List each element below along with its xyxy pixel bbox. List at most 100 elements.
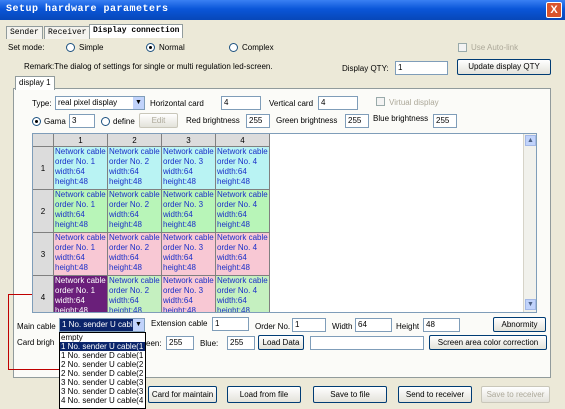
height-input[interactable]: 48 (423, 318, 460, 332)
save-to-file-button[interactable]: Save to file (313, 386, 387, 403)
grid-cell[interactable]: Network cable order No. 3 width:64 height:4… (162, 276, 216, 312)
chevron-down-icon[interactable]: ▼ (133, 97, 144, 109)
order-no-label: Order No. (255, 322, 291, 331)
grid-cell-line: height:48 (217, 306, 250, 313)
load-from-file-button[interactable]: Load from file (227, 386, 301, 403)
update-display-qty-button[interactable]: Update display QTY (457, 59, 551, 75)
dropdown-item[interactable]: 1 No. sender D cable(1 (60, 351, 145, 360)
grid-cell[interactable]: Network cable order No. 4 width:64 height:4… (216, 190, 270, 233)
grid-cell-line: height:48 (217, 220, 250, 229)
grid-cell-line: order No. 2 (109, 243, 150, 252)
save-to-receiver-button[interactable]: Save to receiver (481, 386, 550, 403)
dropdown-item[interactable]: empty (60, 333, 145, 342)
width-input[interactable]: 64 (355, 318, 392, 332)
type-select[interactable]: real pixel display ▼ (55, 96, 145, 110)
chevron-down-icon[interactable]: ▼ (133, 319, 144, 331)
tab-sender[interactable]: Sender (6, 26, 43, 39)
extension-cable-input[interactable]: 1 (212, 317, 249, 331)
grid-cell-line: order No. 1 (55, 243, 96, 252)
load-data-path[interactable] (310, 336, 424, 350)
dropdown-item[interactable]: 3 No. sender D cable(3 (60, 387, 145, 396)
grid-cell[interactable]: Network cable order No. 1 width:64 height:4… (54, 147, 108, 190)
dropdown-item[interactable]: 2 No. sender D cable(2 (60, 369, 145, 378)
grid-cell-line: order No. 4 (217, 157, 258, 166)
extension-cable-label: Extension cable (151, 319, 208, 328)
vertical-card-input[interactable]: 4 (318, 96, 358, 110)
auto-link-checkbox[interactable] (458, 43, 467, 52)
blue-brightness-input[interactable]: 255 (433, 114, 457, 128)
grid-cell[interactable]: Network cable order No. 4 width:64 height:4… (216, 276, 270, 313)
send-to-receiver-button[interactable]: Send to receiver (398, 386, 472, 403)
main-cable-dropdown[interactable]: empty 1 No. sender U cable(1 1 No. sende… (59, 332, 146, 409)
load-data-button[interactable]: Load Data (258, 335, 304, 350)
grid-cell[interactable]: Network cable order No. 4 width:64 height:4… (216, 233, 270, 276)
radio-normal[interactable] (146, 43, 155, 52)
red-brightness-input[interactable]: 255 (246, 114, 270, 128)
grid-cell-line: Network cable (217, 190, 268, 199)
grid-cell-line: order No. 1 (55, 157, 96, 166)
order-no-input[interactable]: 1 (292, 318, 326, 332)
virtual-display-checkbox[interactable] (376, 97, 385, 106)
tab-display-1[interactable]: display 1 (15, 76, 55, 90)
radio-define[interactable] (101, 117, 110, 126)
horizontal-card-label: Horizontal card (150, 99, 204, 108)
dropdown-item-selected[interactable]: 1 No. sender U cable(1 (60, 342, 145, 351)
grid-cell-line: width:64 (217, 253, 247, 262)
card-blue-input[interactable]: 255 (227, 336, 255, 350)
card-for-maintain-button[interactable]: Card for maintain (148, 386, 217, 403)
radio-simple[interactable] (66, 43, 75, 52)
grid-cell-line: height:48 (109, 220, 142, 229)
grid-cell-line: Network cable (163, 147, 214, 156)
grid-cell-line: width:64 (55, 253, 85, 262)
main-cable-select[interactable]: 1 No. sender U cabl ▼ (59, 318, 145, 332)
grid-cell-line: width:64 (163, 210, 193, 219)
grid-cell[interactable]: Network cable order No. 3 width:64 height:4… (162, 190, 216, 233)
radio-complex[interactable] (229, 43, 238, 52)
dropdown-item[interactable]: 4 No. sender U cable(4 (60, 396, 145, 405)
col-header-2: 2 (108, 134, 162, 147)
grid-cell-line: height:48 (163, 177, 196, 186)
grid-cell[interactable]: Network cable order No. 4 width:64 height:4… (216, 147, 270, 190)
type-select-value: real pixel display (58, 98, 118, 107)
edit-button[interactable]: Edit (139, 113, 178, 128)
connection-grid[interactable]: 1 2 3 4 1 2 3 4 Network cable order No. 1… (32, 133, 537, 313)
grid-cell-line: height:48 (109, 306, 142, 313)
grid-cell-line: width:64 (217, 167, 247, 176)
green-brightness-input[interactable]: 255 (345, 114, 369, 128)
card-green-input[interactable]: 255 (166, 336, 194, 350)
grid-cell-line: order No. 3 (163, 243, 204, 252)
horizontal-card-input[interactable]: 4 (221, 96, 261, 110)
grid-cell[interactable]: Network cable order No. 2 width:64 height:4… (108, 233, 162, 276)
dropdown-item[interactable]: 2 No. sender U cable(2 (60, 360, 145, 369)
green-brightness-label: Green brightness (276, 116, 338, 125)
scroll-up-icon[interactable]: ▲ (525, 135, 536, 146)
display-qty-input[interactable]: 1 (395, 61, 448, 75)
grid-cell[interactable]: Network cable order No. 2 width:64 height:4… (108, 190, 162, 233)
tab-receiver[interactable]: Receiver (44, 26, 91, 39)
grid-cell[interactable]: Network cable order No. 2 width:64 height:4… (108, 276, 162, 313)
width-label: Width (332, 322, 353, 331)
grid-cell[interactable]: Network cable order No. 3 width:64 height:4… (162, 233, 216, 276)
grid-cell[interactable]: Network cable order No. 2 width:64 height:4… (108, 147, 162, 190)
scroll-down-icon[interactable]: ▼ (525, 299, 536, 310)
close-button[interactable]: X (546, 2, 562, 18)
dropdown-item[interactable]: 3 No. sender U cable(3 (60, 378, 145, 387)
grid-cell[interactable]: Network cable order No. 1 width:64 height:4… (54, 190, 108, 233)
display-qty-label: Display QTY: (342, 64, 389, 73)
abnormity-button[interactable]: Abnormity (493, 317, 546, 332)
screen-area-correction-button[interactable]: Screen area color correction (429, 335, 547, 350)
grid-cell-line: width:64 (109, 296, 139, 305)
gama-input[interactable]: 3 (69, 114, 95, 128)
connector-line-vertical (8, 294, 9, 370)
red-brightness-label: Red brightness (186, 116, 240, 125)
grid-cell[interactable]: Network cable order No. 3 width:64 height:4… (162, 147, 216, 190)
grid-cell-line: height:48 (163, 263, 196, 272)
radio-gama[interactable] (32, 117, 41, 126)
grid-cell[interactable]: Network cable order No. 1 width:64 height:4… (54, 233, 108, 276)
tab-display-connection[interactable]: Display connection (89, 24, 184, 38)
grid-scrollbar[interactable]: ▲ ▼ (523, 134, 536, 312)
grid-cell-line: order No. 1 (55, 286, 96, 295)
grid-cell[interactable]: Network cable order No. 1 width:64 height:4… (54, 276, 108, 312)
main-cable-label: Main cable (17, 322, 56, 331)
grid-cell-line: order No. 2 (109, 157, 150, 166)
